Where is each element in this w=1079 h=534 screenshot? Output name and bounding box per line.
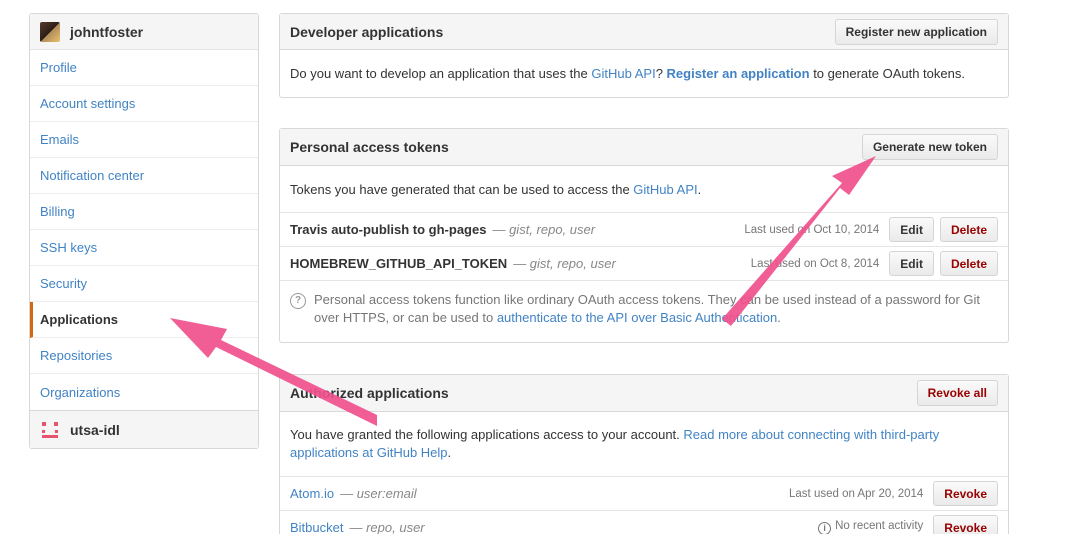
personal-access-tokens-box: Personal access tokens Generate new toke…: [279, 128, 1009, 343]
edit-token-button[interactable]: Edit: [889, 251, 934, 276]
sidebar-item-notification-center[interactable]: Notification center: [30, 158, 258, 194]
avatar: [40, 21, 60, 42]
authorized-app-row: Bitbucket — repo, user i No recent activi…: [280, 510, 1008, 534]
token-scopes: — gist, repo, user: [492, 222, 596, 237]
app-last-used: Last used on Apr 20, 2014: [789, 487, 924, 500]
tokens-github-api-link[interactable]: GitHub API: [633, 182, 697, 197]
authorized-applications-box: Authorized applications Revoke all You h…: [279, 374, 1009, 534]
sidebar-item-security[interactable]: Security: [30, 266, 258, 302]
tokens-intro-post: .: [697, 181, 702, 197]
authorized-text: You have granted the following applicati…: [290, 427, 684, 442]
sidebar-item-billing[interactable]: Billing: [30, 194, 258, 230]
tokens-intro-pre: Tokens you have generated that can be us…: [290, 181, 634, 197]
personal-access-tokens-title: Personal access tokens: [290, 139, 449, 155]
app-scopes: — repo, user: [349, 520, 425, 534]
app-activity-text: No recent activity: [835, 520, 924, 533]
app-activity: i No recent activity: [818, 520, 923, 534]
token-scopes: — gist, repo, user: [513, 256, 616, 271]
tokens-help-note: ? Personal access tokens function like o…: [280, 280, 1008, 337]
sidebar-item-profile[interactable]: Profile: [30, 50, 258, 86]
token-last-used: Last used on Oct 8, 2014: [750, 257, 880, 270]
app-scopes: — user:email: [340, 486, 417, 501]
authorized-applications-title: Authorized applications: [290, 385, 449, 401]
sidebar-item-account-settings[interactable]: Account settings: [30, 86, 258, 122]
basic-auth-link[interactable]: authenticate to the API over Basic Authe…: [497, 310, 777, 325]
token-row: Travis auto-publish to gh-pages — gist, …: [280, 212, 1008, 246]
sidebar-user-header[interactable]: johntfoster: [30, 14, 258, 50]
developer-text-pre: Do you want to develop an application th…: [290, 66, 592, 81]
app-name-link[interactable]: Atom.io: [290, 486, 334, 501]
revoke-app-button[interactable]: Revoke: [933, 481, 998, 506]
delete-token-button[interactable]: Delete: [939, 251, 998, 276]
token-name: Travis auto-publish to gh-pages: [290, 222, 487, 237]
delete-token-button[interactable]: Delete: [939, 217, 998, 242]
tokens-note-end: .: [777, 310, 781, 325]
sidebar-item-ssh-keys[interactable]: SSH keys: [30, 230, 258, 266]
sidebar-item-repositories[interactable]: Repositories: [30, 338, 258, 374]
settings-sidebar: johntfoster Profile Account settings Ema…: [29, 13, 259, 449]
revoke-all-button[interactable]: Revoke all: [916, 380, 998, 406]
github-api-link[interactable]: GitHub API: [591, 66, 655, 81]
revoke-app-button[interactable]: Revoke: [933, 515, 998, 534]
sidebar-item-applications[interactable]: Applications: [30, 302, 258, 338]
generate-new-token-button[interactable]: Generate new token: [861, 134, 998, 160]
register-application-link[interactable]: Register an application: [667, 66, 810, 81]
developer-applications-title: Developer applications: [290, 23, 444, 40]
app-name-link[interactable]: Bitbucket: [290, 520, 343, 534]
authorized-app-row: Atom.io — user:email Last used on Apr 20…: [280, 476, 1008, 510]
sidebar-org-header[interactable]: utsa-idl: [30, 410, 258, 448]
org-logo-icon: [40, 420, 60, 440]
token-last-used: Last used on Oct 10, 2014: [744, 223, 880, 236]
developer-text-q: ?: [655, 66, 667, 81]
authorized-intro: You have granted the following applicati…: [280, 412, 1008, 476]
token-name: HOMEBREW_GITHUB_API_TOKEN: [290, 256, 508, 271]
sidebar-org-name: utsa-idl: [70, 421, 120, 438]
developer-applications-text: Do you want to develop an application th…: [280, 50, 1008, 97]
token-row: HOMEBREW_GITHUB_API_TOKEN — gist, repo, …: [280, 246, 1008, 280]
developer-text-post: to generate OAuth tokens.: [809, 66, 965, 81]
question-icon: ?: [290, 293, 306, 309]
sidebar-item-emails[interactable]: Emails: [30, 122, 258, 158]
authorized-text-end: .: [447, 445, 452, 460]
register-new-application-button[interactable]: Register new application: [834, 18, 998, 45]
tokens-intro: Tokens you have generated that can be us…: [280, 166, 1008, 212]
sidebar-username: johntfoster: [70, 23, 144, 40]
developer-applications-box: Developer applications Register new appl…: [279, 13, 1009, 98]
sidebar-item-organizations[interactable]: Organizations: [30, 374, 258, 410]
edit-token-button[interactable]: Edit: [889, 217, 934, 242]
info-icon: i: [818, 521, 832, 534]
